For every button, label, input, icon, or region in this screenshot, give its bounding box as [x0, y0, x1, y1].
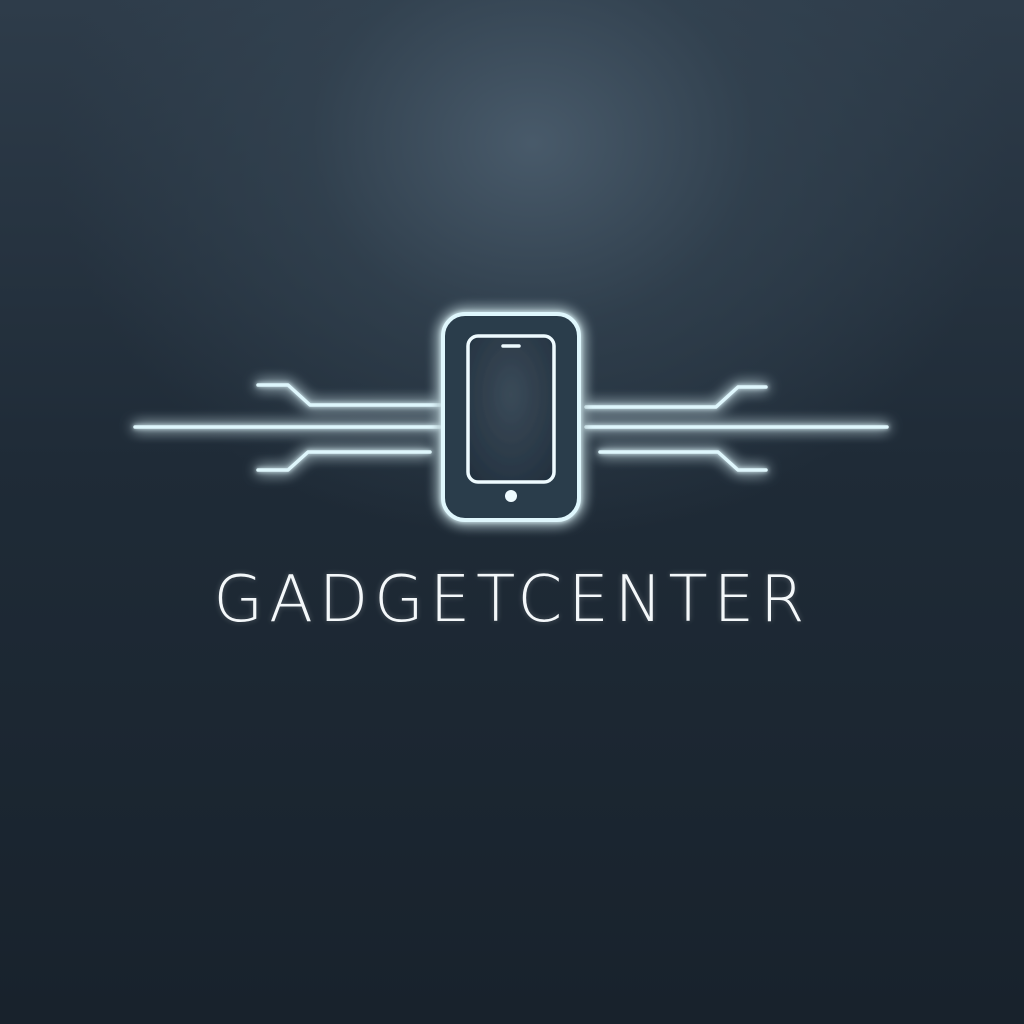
- phone-home-button: [505, 490, 517, 502]
- circuit-line-right-upper: [584, 385, 768, 409]
- circuit-line-left-upper: [256, 383, 442, 407]
- phone-icon: [441, 312, 581, 522]
- brand-wordmark: GADGETCENTER: [213, 563, 811, 637]
- logo: GADGETCENTER: [0, 0, 1024, 1024]
- phone-screen: [466, 334, 556, 484]
- circuit-line-right-lower: [598, 450, 768, 472]
- smartphone-circuit-icon: [133, 312, 889, 522]
- circuit-line-left-lower: [256, 450, 432, 472]
